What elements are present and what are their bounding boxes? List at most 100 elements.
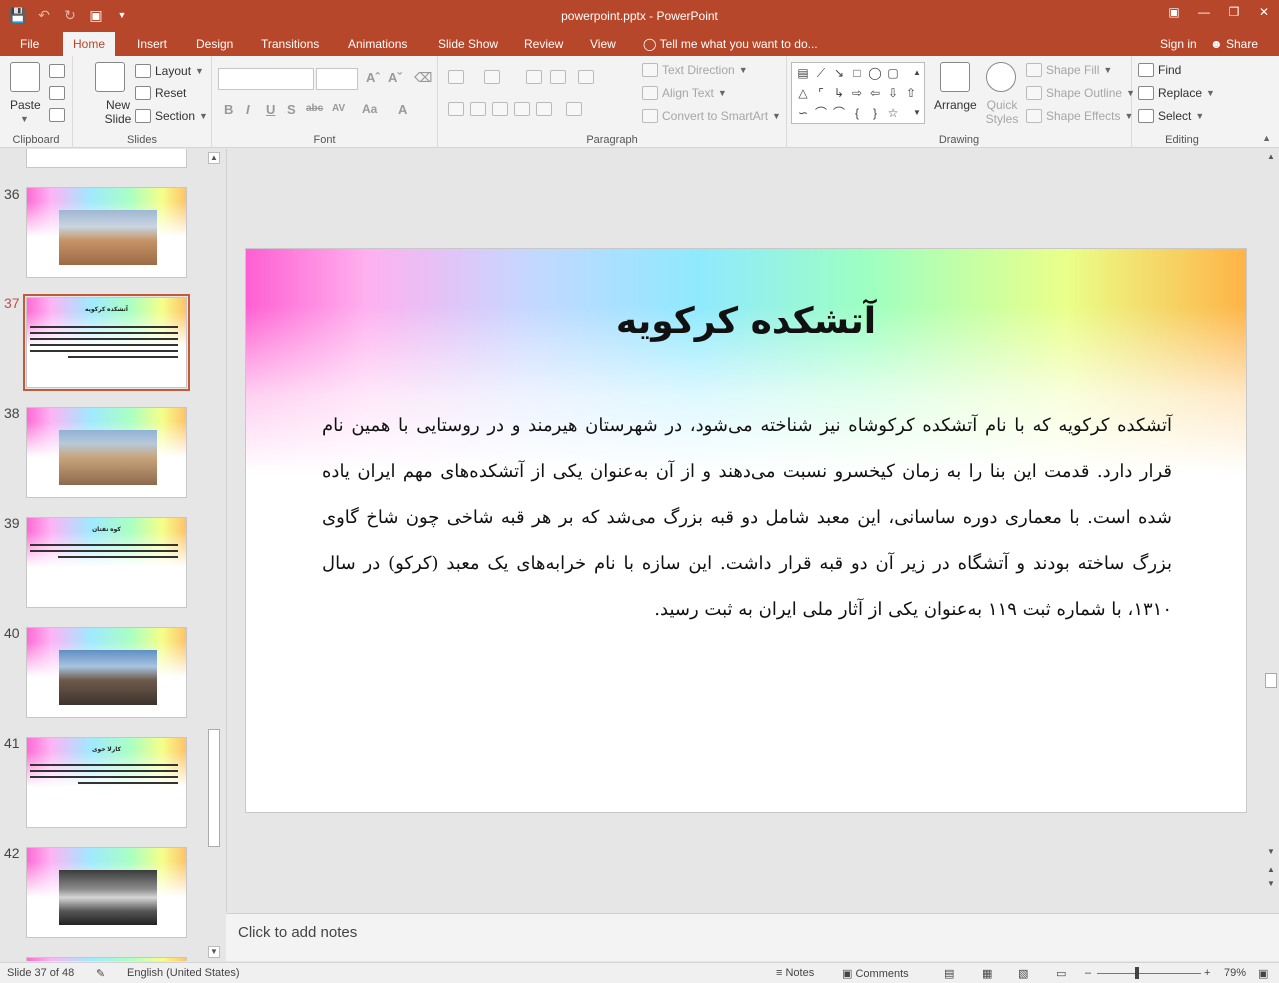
next-slide-icon[interactable]: ▼	[1265, 879, 1277, 891]
tab-design[interactable]: Design	[186, 32, 243, 56]
scroll-up-icon[interactable]: ▲	[1265, 152, 1277, 164]
slide-thumbnail[interactable]	[26, 149, 187, 168]
zoom-slider-handle[interactable]	[1135, 967, 1139, 979]
collapse-ribbon-icon[interactable]: ▲	[1262, 133, 1271, 143]
arrange-icon[interactable]	[940, 62, 970, 92]
paste-dropdown-icon[interactable]: ▼	[20, 114, 29, 124]
notes-placeholder[interactable]: Click to add notes	[238, 924, 357, 941]
copy-icon[interactable]	[49, 86, 65, 100]
freeform-shape-icon[interactable]: ∽	[796, 107, 810, 119]
triangle-shape-icon[interactable]: △	[796, 87, 810, 99]
bold-button[interactable]: B	[224, 102, 233, 117]
right-arrow-shape-icon[interactable]: ⇨	[850, 87, 864, 99]
sign-in-link[interactable]: Sign in	[1160, 32, 1197, 56]
distributed-icon[interactable]	[536, 102, 552, 116]
reading-view-icon[interactable]: ▧	[1018, 967, 1028, 980]
current-slide[interactable]: آتشکده کرکویه آتشکده کرکویه که با نام آت…	[245, 248, 1247, 813]
arrow-line-shape-icon[interactable]: ↘	[832, 67, 846, 79]
change-case-button[interactable]: Aa	[362, 102, 377, 116]
paste-button[interactable]: Paste	[10, 98, 41, 112]
font-name-combo[interactable]	[218, 68, 314, 90]
scroll-down-icon[interactable]: ▼	[1265, 847, 1277, 859]
notes-toggle[interactable]: ≡ Notes	[776, 967, 814, 979]
normal-view-icon[interactable]: ▤	[944, 967, 954, 980]
section-button[interactable]: Section ▼	[135, 109, 208, 123]
zoom-in-icon[interactable]: +	[1204, 967, 1210, 979]
rounded-rect-shape-icon[interactable]: ▢	[886, 67, 900, 79]
cut-icon[interactable]	[49, 64, 65, 78]
underline-button[interactable]: U	[266, 102, 275, 117]
spell-check-icon[interactable]: ✎	[96, 967, 105, 980]
comments-toggle[interactable]: ▣ Comments	[842, 967, 909, 980]
thumbnails-scrollbar[interactable]: ▲ ▼	[206, 149, 222, 961]
slide-thumbnail[interactable]: کوه تفتان	[26, 517, 187, 608]
curve-shape-icon[interactable]: ⌒	[814, 107, 828, 119]
format-painter-icon[interactable]	[49, 108, 65, 122]
restore-icon[interactable]: ❐	[1219, 0, 1249, 24]
tab-file[interactable]: File	[10, 32, 49, 56]
align-text-button[interactable]: Align Text ▼	[642, 86, 727, 100]
clear-formatting-icon[interactable]: ⌫	[414, 70, 432, 86]
tab-slide-show[interactable]: Slide Show	[428, 32, 508, 56]
notes-pane[interactable]: Click to add notes	[226, 913, 1279, 961]
columns-icon[interactable]	[566, 102, 582, 116]
increase-indent-icon[interactable]	[550, 70, 566, 84]
text-direction-button[interactable]: Text Direction ▼	[642, 63, 748, 77]
scrollbar-thumb[interactable]	[208, 729, 220, 847]
slideshow-view-icon[interactable]: ▭	[1056, 967, 1066, 980]
scrollbar-thumb[interactable]	[1265, 673, 1277, 688]
oval-shape-icon[interactable]: ◯	[868, 67, 882, 79]
reset-button[interactable]: Reset	[135, 86, 186, 100]
bullets-icon[interactable]	[448, 70, 464, 84]
tab-transitions[interactable]: Transitions	[251, 32, 329, 56]
slide-title[interactable]: آتشکده کرکویه	[246, 301, 1246, 342]
paste-icon[interactable]	[10, 62, 40, 92]
decrease-indent-icon[interactable]	[526, 70, 542, 84]
rectangle-shape-icon[interactable]: □	[850, 67, 864, 79]
scroll-down-icon[interactable]: ▼	[208, 946, 220, 958]
quick-styles-button[interactable]: Quick Styles	[984, 98, 1020, 126]
shapes-gallery[interactable]: ▤ ⟋ ↘ □ ◯ ▢ △ ⌜ ↳ ⇨ ⇦ ⇩ ⇧ ∽ ⌒ ⌒ { } ☆ ▲ …	[791, 62, 925, 124]
font-size-combo[interactable]	[316, 68, 358, 90]
slide-sorter-icon[interactable]: ▦	[982, 967, 992, 980]
left-brace-shape-icon[interactable]: {	[850, 107, 864, 119]
slide-thumbnail-current[interactable]: آتشکده کرکویه	[23, 294, 190, 391]
zoom-slider[interactable]	[1097, 973, 1201, 974]
italic-button[interactable]: I	[246, 102, 250, 117]
tab-view[interactable]: View	[580, 32, 626, 56]
previous-slide-icon[interactable]: ▲	[1265, 865, 1277, 877]
gallery-more-icon[interactable]: ▼	[910, 107, 924, 119]
align-center-icon[interactable]	[470, 102, 486, 116]
tab-review[interactable]: Review	[514, 32, 573, 56]
line-shape-icon[interactable]: ⟋	[814, 67, 828, 79]
slide-thumbnail[interactable]: کارلا خوی	[26, 737, 187, 828]
tell-me-search[interactable]: ◯ Tell me what you want to do...	[643, 32, 818, 56]
decrease-font-icon[interactable]: Aˇ	[388, 70, 402, 85]
slide-thumbnail[interactable]	[26, 957, 187, 961]
gallery-up-icon[interactable]: ▲	[910, 67, 924, 79]
minimize-icon[interactable]: —	[1189, 0, 1219, 24]
editor-scrollbar[interactable]: ▲ ▼ ▲ ▼	[1263, 149, 1279, 912]
strikethrough-button[interactable]: abc	[306, 103, 323, 114]
replace-button[interactable]: Replace ▼	[1138, 86, 1215, 100]
shape-fill-button[interactable]: Shape Fill ▼	[1026, 63, 1112, 77]
tab-home[interactable]: Home	[63, 32, 116, 56]
arrange-button[interactable]: Arrange	[934, 98, 977, 112]
right-brace-shape-icon[interactable]: }	[868, 107, 882, 119]
tab-insert[interactable]: Insert	[127, 32, 177, 56]
scroll-up-icon[interactable]: ▲	[208, 152, 220, 164]
left-arrow-shape-icon[interactable]: ⇦	[868, 87, 882, 99]
font-color-icon[interactable]: A	[398, 102, 407, 117]
quick-styles-icon[interactable]	[986, 62, 1016, 92]
slide-thumbnail[interactable]	[26, 627, 187, 718]
fit-to-window-icon[interactable]: ▣	[1258, 967, 1268, 980]
select-button[interactable]: Select ▼	[1138, 109, 1204, 123]
ribbon-display-icon[interactable]: ▣	[1159, 0, 1189, 24]
tab-animations[interactable]: Animations	[338, 32, 417, 56]
up-arrow-shape-icon[interactable]: ⇧	[904, 87, 918, 99]
line-spacing-icon[interactable]	[578, 70, 594, 84]
zoom-level[interactable]: 79%	[1224, 967, 1246, 979]
numbering-icon[interactable]	[484, 70, 500, 84]
language-indicator[interactable]: English (United States)	[127, 967, 240, 979]
find-button[interactable]: Find	[1138, 63, 1181, 77]
